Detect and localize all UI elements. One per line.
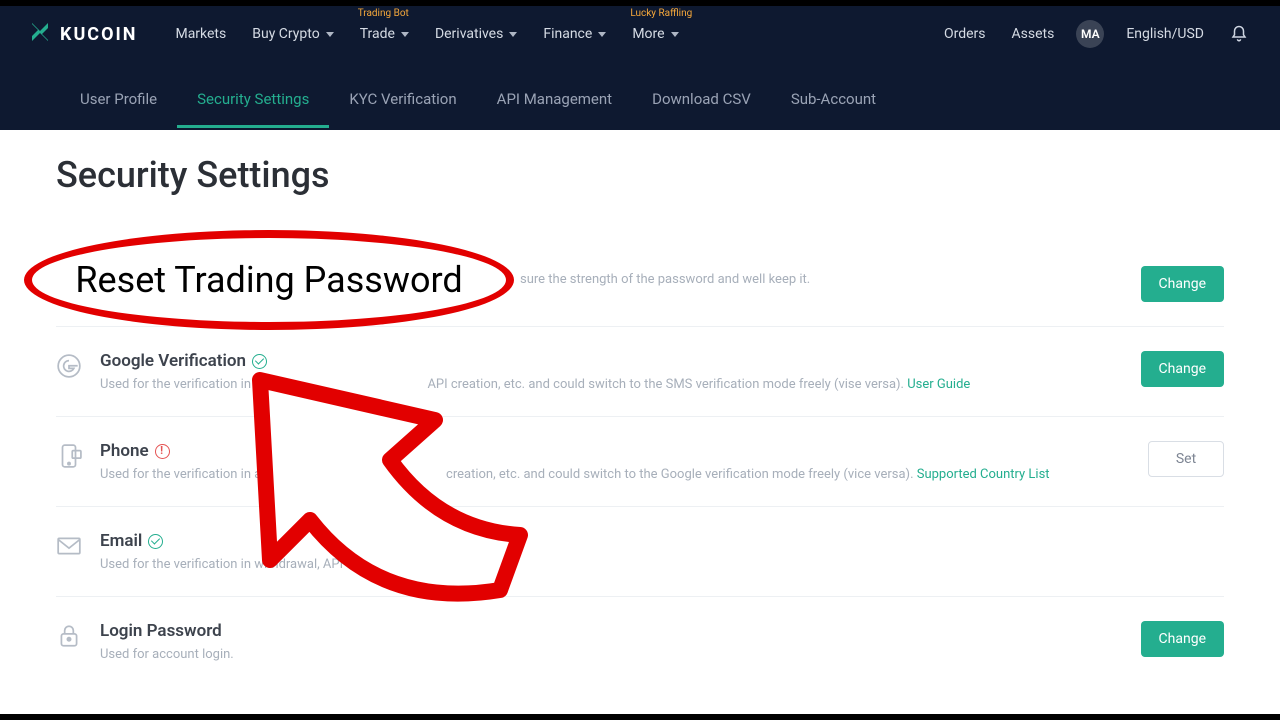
row-phone: Phone Used for the verification in accou… xyxy=(56,417,1224,507)
row-google-verification: Google Verification Used for the verific… xyxy=(56,327,1224,417)
nav-derivatives[interactable]: Derivatives xyxy=(425,16,527,52)
phone-label: Phone xyxy=(100,441,149,461)
nav-finance[interactable]: Finance xyxy=(533,16,616,52)
page-title: Security Settings xyxy=(56,154,1224,196)
google-verification-title: Google Verification xyxy=(100,351,1121,371)
change-login-password-button[interactable]: Change xyxy=(1141,621,1224,657)
header: KUCOIN Markets Buy Crypto Trading Bot Tr… xyxy=(0,0,1280,130)
chevron-down-icon xyxy=(671,32,679,37)
row-email: Email Used for the verification in withd… xyxy=(56,507,1224,597)
alert-icon xyxy=(155,444,170,459)
email-label: Email xyxy=(100,531,142,551)
right-nav: Orders Assets MA English/USD xyxy=(940,19,1252,49)
nav-derivatives-label: Derivatives xyxy=(435,26,503,42)
logo[interactable]: KUCOIN xyxy=(28,20,137,48)
nav-more-label: More xyxy=(632,26,664,42)
phone-desc: Used for the verification in account cre… xyxy=(100,467,1128,482)
google-icon xyxy=(56,351,100,379)
phone-desc-text: Used for the verification in account cre… xyxy=(100,467,917,482)
nav-orders[interactable]: Orders xyxy=(940,20,990,48)
bell-icon xyxy=(1230,25,1248,43)
topbar: KUCOIN Markets Buy Crypto Trading Bot Tr… xyxy=(0,0,1280,68)
nav-locale[interactable]: English/USD xyxy=(1122,20,1208,48)
nav-trade-badge: Trading Bot xyxy=(358,8,409,19)
kucoin-logo-icon xyxy=(28,20,52,48)
tab-api[interactable]: API Management xyxy=(477,70,632,128)
nav-buy-label: Buy Crypto xyxy=(252,26,319,42)
login-password-title: Login Password xyxy=(100,621,1121,641)
google-desc-text: Used for the verification in acco API cr… xyxy=(100,377,907,392)
main-nav: Markets Buy Crypto Trading Bot Trade Der… xyxy=(165,16,940,52)
trading-password-icon xyxy=(56,266,100,268)
subnav-tabs: User Profile Security Settings KYC Verif… xyxy=(0,68,1280,130)
tab-security-settings[interactable]: Security Settings xyxy=(177,70,329,128)
email-icon xyxy=(56,531,100,559)
check-icon xyxy=(148,534,163,549)
supported-country-link[interactable]: Supported Country List xyxy=(917,467,1050,482)
change-google-button[interactable]: Change xyxy=(1141,351,1224,387)
notifications-button[interactable] xyxy=(1226,19,1252,49)
email-title: Email xyxy=(100,531,1204,551)
nav-buy-crypto[interactable]: Buy Crypto xyxy=(242,16,343,52)
nav-assets[interactable]: Assets xyxy=(1008,20,1059,48)
chevron-down-icon xyxy=(598,32,606,37)
row-login-password: Login Password Used for account login. C… xyxy=(56,597,1224,686)
nav-more-badge: Lucky Raffling xyxy=(630,8,692,19)
tab-user-profile[interactable]: User Profile xyxy=(60,70,177,128)
user-guide-link[interactable]: User Guide xyxy=(907,377,970,392)
nav-finance-label: Finance xyxy=(543,26,592,42)
email-desc: Used for the verification in withdrawal,… xyxy=(100,557,1204,572)
content: Security Settings sure the strength of t… xyxy=(0,130,1280,686)
tab-download-csv[interactable]: Download CSV xyxy=(632,70,771,128)
phone-title: Phone xyxy=(100,441,1128,461)
row-trading-password: sure the strength of the password and we… xyxy=(56,210,1224,327)
phone-icon xyxy=(56,441,100,469)
google-verification-label: Google Verification xyxy=(100,351,246,371)
chevron-down-icon xyxy=(401,32,409,37)
chevron-down-icon xyxy=(326,32,334,37)
nav-trade-label: Trade xyxy=(360,26,395,42)
change-trading-password-button[interactable]: Change xyxy=(1141,266,1224,302)
avatar[interactable]: MA xyxy=(1076,20,1104,48)
set-phone-button[interactable]: Set xyxy=(1148,441,1224,477)
google-verification-desc: Used for the verification in acco API cr… xyxy=(100,377,1121,392)
chevron-down-icon xyxy=(509,32,517,37)
nav-markets[interactable]: Markets xyxy=(165,16,236,52)
trading-password-desc: sure the strength of the password and we… xyxy=(100,272,1121,287)
nav-more[interactable]: Lucky Raffling More xyxy=(622,16,688,52)
tab-sub-account[interactable]: Sub-Account xyxy=(771,70,896,128)
lock-icon xyxy=(56,621,100,649)
check-icon xyxy=(252,354,267,369)
brand-text: KUCOIN xyxy=(60,24,137,45)
tab-kyc[interactable]: KYC Verification xyxy=(329,70,476,128)
nav-trade[interactable]: Trading Bot Trade xyxy=(350,16,419,52)
login-password-desc: Used for account login. xyxy=(100,647,1121,662)
